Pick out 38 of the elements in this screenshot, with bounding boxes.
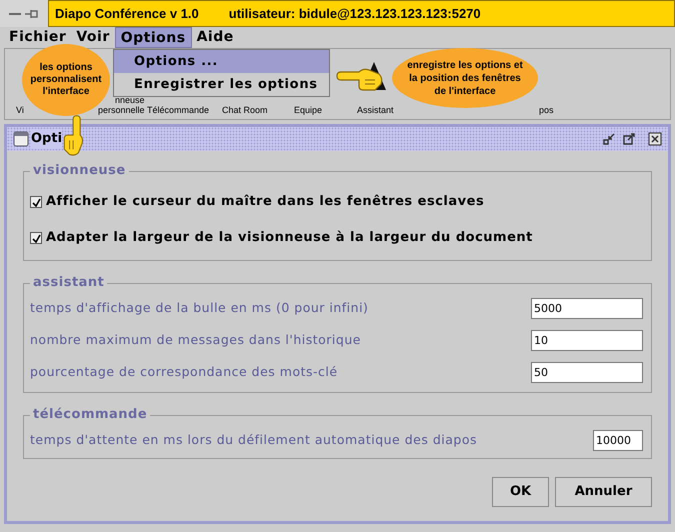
menu-item[interactable]: Aide (192, 27, 239, 48)
menu-item[interactable]: Options (114, 27, 192, 48)
pointing-hand-icon (62, 114, 86, 158)
input-field[interactable]: 10 (531, 330, 643, 350)
minimize-icon[interactable] (9, 12, 21, 16)
input-field[interactable]: 5000 (531, 298, 643, 318)
input-field[interactable]: 10000 (593, 430, 643, 450)
option-checkbox[interactable]: Adapter la largeur de la visionneuse à la largeur du document (30, 220, 651, 256)
input-field[interactable]: 50 (531, 362, 643, 382)
field-label: temps d'affichage de la bulle en ms (0 pour infini) (30, 298, 368, 317)
menu-option[interactable]: Enregistrer les options (114, 73, 329, 96)
window-icon (13, 131, 29, 147)
checkbox[interactable] (30, 196, 42, 208)
window-title: Diapo Conférence v 1.0 (55, 4, 199, 23)
field-label: nombre maximum de messages dans l'historique (30, 330, 361, 349)
toolbar-button[interactable]: pos (539, 105, 554, 115)
dialog-button[interactable]: Annuler (555, 477, 652, 507)
option-checkbox[interactable]: Afficher le curseur du maître dans les fenêtres esclaves (30, 184, 651, 220)
callout-bubble: enregistre les options et la position des fenêtres de l'interface (392, 48, 538, 108)
dialog-button[interactable]: OK (492, 477, 549, 507)
close-icon[interactable] (648, 132, 662, 146)
checkbox[interactable] (30, 232, 42, 244)
pin-icon[interactable] (25, 8, 39, 18)
maximize-icon[interactable] (622, 132, 636, 146)
iconify-icon[interactable] (602, 132, 616, 146)
field-label: temps d'attente en ms lors du défilement automatique des diapos (30, 430, 477, 449)
toolbar-button[interactable]: Chat Room (222, 105, 268, 115)
toolbar-button[interactable]: Equipe (294, 105, 322, 115)
pointing-hand-icon (335, 66, 385, 92)
toolbar-button[interactable]: Assistant (357, 105, 394, 115)
menu-option[interactable]: Options ... (114, 50, 329, 73)
menu-item[interactable]: Fichier (4, 27, 72, 48)
user-address: utilisateur: bidule@123.123.123.123:5270 (228, 4, 481, 23)
dialog-title: Opti (31, 129, 62, 149)
toolbar-button[interactable]: Vi (16, 105, 24, 115)
field-label: pourcentage de correspondance des mots-clé (30, 362, 338, 381)
menu-item[interactable]: Voir (71, 27, 115, 48)
toolbar-button[interactable]: Télécommande (147, 105, 210, 115)
